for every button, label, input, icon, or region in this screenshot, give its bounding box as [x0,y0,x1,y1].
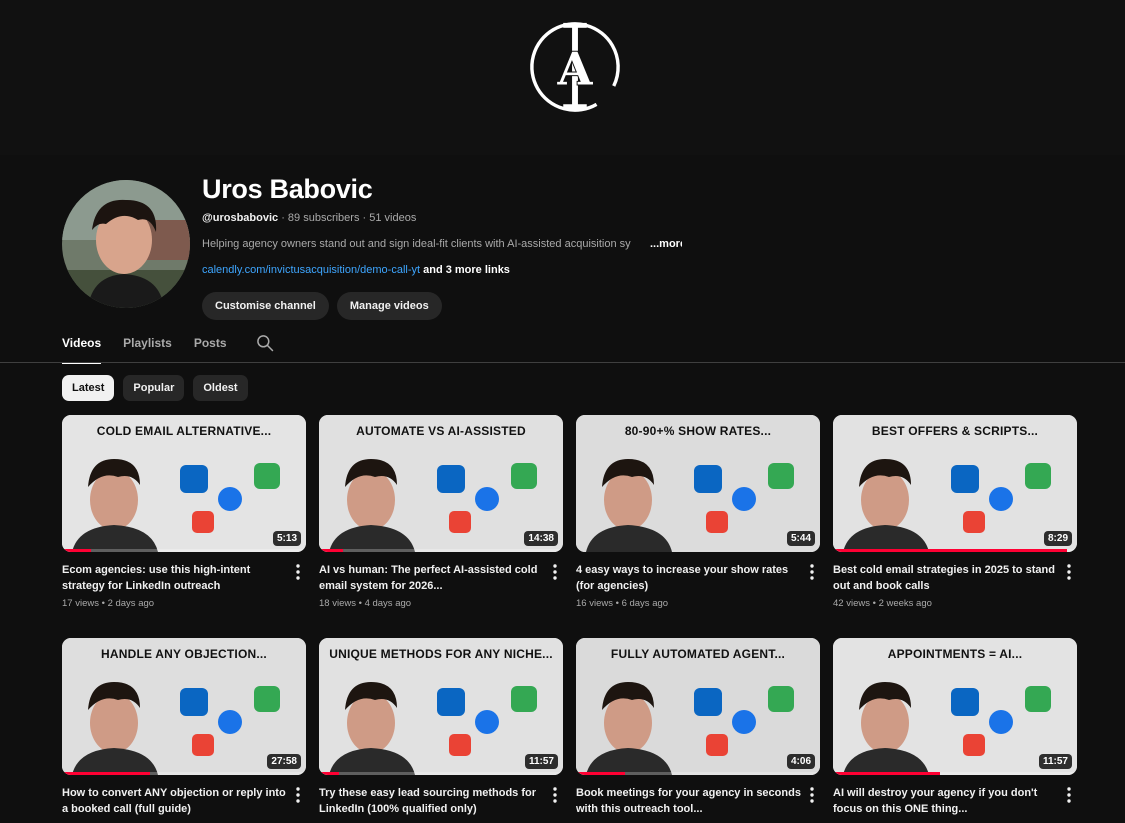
watch-progress [62,772,150,775]
video-title[interactable]: 4 easy ways to increase your show rates … [576,562,802,594]
more-options-icon[interactable] [1063,786,1075,804]
channel-link[interactable]: calendly.com/invictusacquisition/demo-ca… [202,264,420,276]
video-duration: 4:06 [786,754,815,769]
video-card[interactable]: 80-90+% SHOW RATES... 5:44 4 easy ways t… [576,415,820,638]
thumbnail-caption: BEST OFFERS & SCRIPTS... [871,424,1039,438]
channel-links: calendly.com/invictusacquisition/demo-ca… [202,264,1062,280]
more-options-icon[interactable] [806,786,818,804]
watch-progress-track [319,549,563,552]
video-thumbnail[interactable]: HANDLE ANY OBJECTION... 27:58 [62,638,306,775]
customise-channel-button[interactable]: Customise channel [202,292,329,320]
more-links-button[interactable]: and 3 more links [420,264,510,276]
video-card[interactable]: APPOINTMENTS = AI... 11:57 AI will destr… [833,638,1077,823]
video-count: · 51 videos [362,212,417,224]
more-options-icon[interactable] [549,786,561,804]
video-thumbnail[interactable]: UNIQUE METHODS FOR ANY NICHE... 11:57 [319,638,563,775]
chip-latest[interactable]: Latest [62,375,115,401]
tab-playlists[interactable]: Playlists [123,330,172,362]
video-meta: 17 views • 2 days ago [62,598,155,609]
tabs-divider [0,362,1125,363]
video-card[interactable]: COLD EMAIL ALTERNATIVE... 5:13 Ecom agen… [62,415,306,638]
thumbnail-caption: APPOINTMENTS = AI... [887,647,1023,661]
watch-progress-track [319,772,563,775]
invictus-a-logo-icon: A [530,22,620,112]
video-card[interactable]: AUTOMATE VS AI-ASSISTED 14:38 AI vs huma… [319,415,563,638]
tab-posts[interactable]: Posts [194,330,227,362]
watch-progress [833,772,941,775]
video-duration: 5:13 [272,531,301,546]
subscriber-count: · 89 subscribers [281,212,360,224]
video-title[interactable]: How to convert ANY objection or reply in… [62,785,288,817]
video-title[interactable]: AI will destroy your agency if you don't… [833,785,1059,817]
search-icon[interactable] [255,333,275,353]
manage-videos-button[interactable]: Manage videos [336,292,442,320]
video-card[interactable]: BEST OFFERS & SCRIPTS... 8:29 Best cold … [833,415,1077,638]
thumbnail-caption: AUTOMATE VS AI-ASSISTED [356,424,526,438]
video-duration: 11:57 [1038,754,1072,769]
video-duration: 11:57 [524,754,558,769]
video-thumbnail[interactable]: FULLY AUTOMATED AGENT... 4:06 [576,638,820,775]
watch-progress [833,549,1068,552]
channel-banner: A [0,0,1125,155]
chip-popular[interactable]: Popular [123,375,185,401]
video-thumbnail[interactable]: 80-90+% SHOW RATES... 5:44 [576,415,820,552]
video-duration: 14:38 [524,531,558,546]
video-title[interactable]: AI vs human: The perfect AI-assisted col… [319,562,545,594]
sort-chips: Latest Popular Oldest [62,375,248,401]
more-options-icon[interactable] [806,563,818,581]
description-more-link[interactable]: ...more [646,238,682,250]
chip-oldest[interactable]: Oldest [193,375,248,401]
video-thumbnail[interactable]: AUTOMATE VS AI-ASSISTED 14:38 [319,415,563,552]
watch-progress-track [62,549,306,552]
video-thumbnail[interactable]: COLD EMAIL ALTERNATIVE... 5:13 [62,415,306,552]
video-meta: 42 views • 2 weeks ago [833,598,932,609]
more-options-icon[interactable] [292,786,304,804]
video-meta: 16 views • 6 days ago [576,598,669,609]
video-title[interactable]: Book meetings for your agency in seconds… [576,785,802,817]
video-meta: 18 views • 4 days ago [319,598,412,609]
description-text: Helping agency owners stand out and sign… [202,238,631,250]
video-grid: COLD EMAIL ALTERNATIVE... 5:13 Ecom agen… [62,415,1077,823]
video-duration: 27:58 [267,754,301,769]
channel-description[interactable]: Helping agency owners stand out and sign… [202,238,682,254]
watch-progress [62,549,92,552]
video-title[interactable]: Best cold email strategies in 2025 to st… [833,562,1059,594]
more-options-icon[interactable] [292,563,304,581]
channel-actions: Customise channel Manage videos [202,292,1062,320]
channel-meta: @urosbabovic · 89 subscribers · 51 video… [202,212,1062,228]
more-options-icon[interactable] [549,563,561,581]
channel-tabs: Videos Playlists Posts [62,330,275,364]
tab-videos[interactable]: Videos [62,330,102,364]
channel-avatar[interactable] [62,180,190,308]
thumbnail-caption: UNIQUE METHODS FOR ANY NICHE... [329,647,553,661]
video-title[interactable]: Try these easy lead sourcing methods for… [319,785,545,817]
watch-progress [319,772,339,775]
channel-header: Uros Babovic @urosbabovic · 89 subscribe… [62,172,1062,322]
video-card[interactable]: HANDLE ANY OBJECTION... 27:58 How to con… [62,638,306,823]
video-title[interactable]: Ecom agencies: use this high-intent stra… [62,562,288,594]
video-thumbnail[interactable]: APPOINTMENTS = AI... 11:57 [833,638,1077,775]
video-card[interactable]: FULLY AUTOMATED AGENT... 4:06 Book meeti… [576,638,820,823]
channel-name: Uros Babovic [202,174,373,204]
more-options-icon[interactable] [1063,563,1075,581]
watch-progress [319,549,344,552]
svg-text:A: A [557,43,594,96]
thumbnail-caption: FULLY AUTOMATED AGENT... [610,647,786,661]
channel-info: Uros Babovic @urosbabovic · 89 subscribe… [202,172,1062,320]
watch-progress [576,772,625,775]
thumbnail-caption: HANDLE ANY OBJECTION... [101,647,267,661]
channel-handle: @urosbabovic [202,212,279,224]
thumbnail-caption: 80-90+% SHOW RATES... [624,424,772,438]
video-thumbnail[interactable]: BEST OFFERS & SCRIPTS... 8:29 [833,415,1077,552]
video-duration: 8:29 [1043,531,1072,546]
video-card[interactable]: UNIQUE METHODS FOR ANY NICHE... 11:57 Tr… [319,638,563,823]
video-duration: 5:44 [786,531,815,546]
thumbnail-caption: COLD EMAIL ALTERNATIVE... [96,424,272,438]
